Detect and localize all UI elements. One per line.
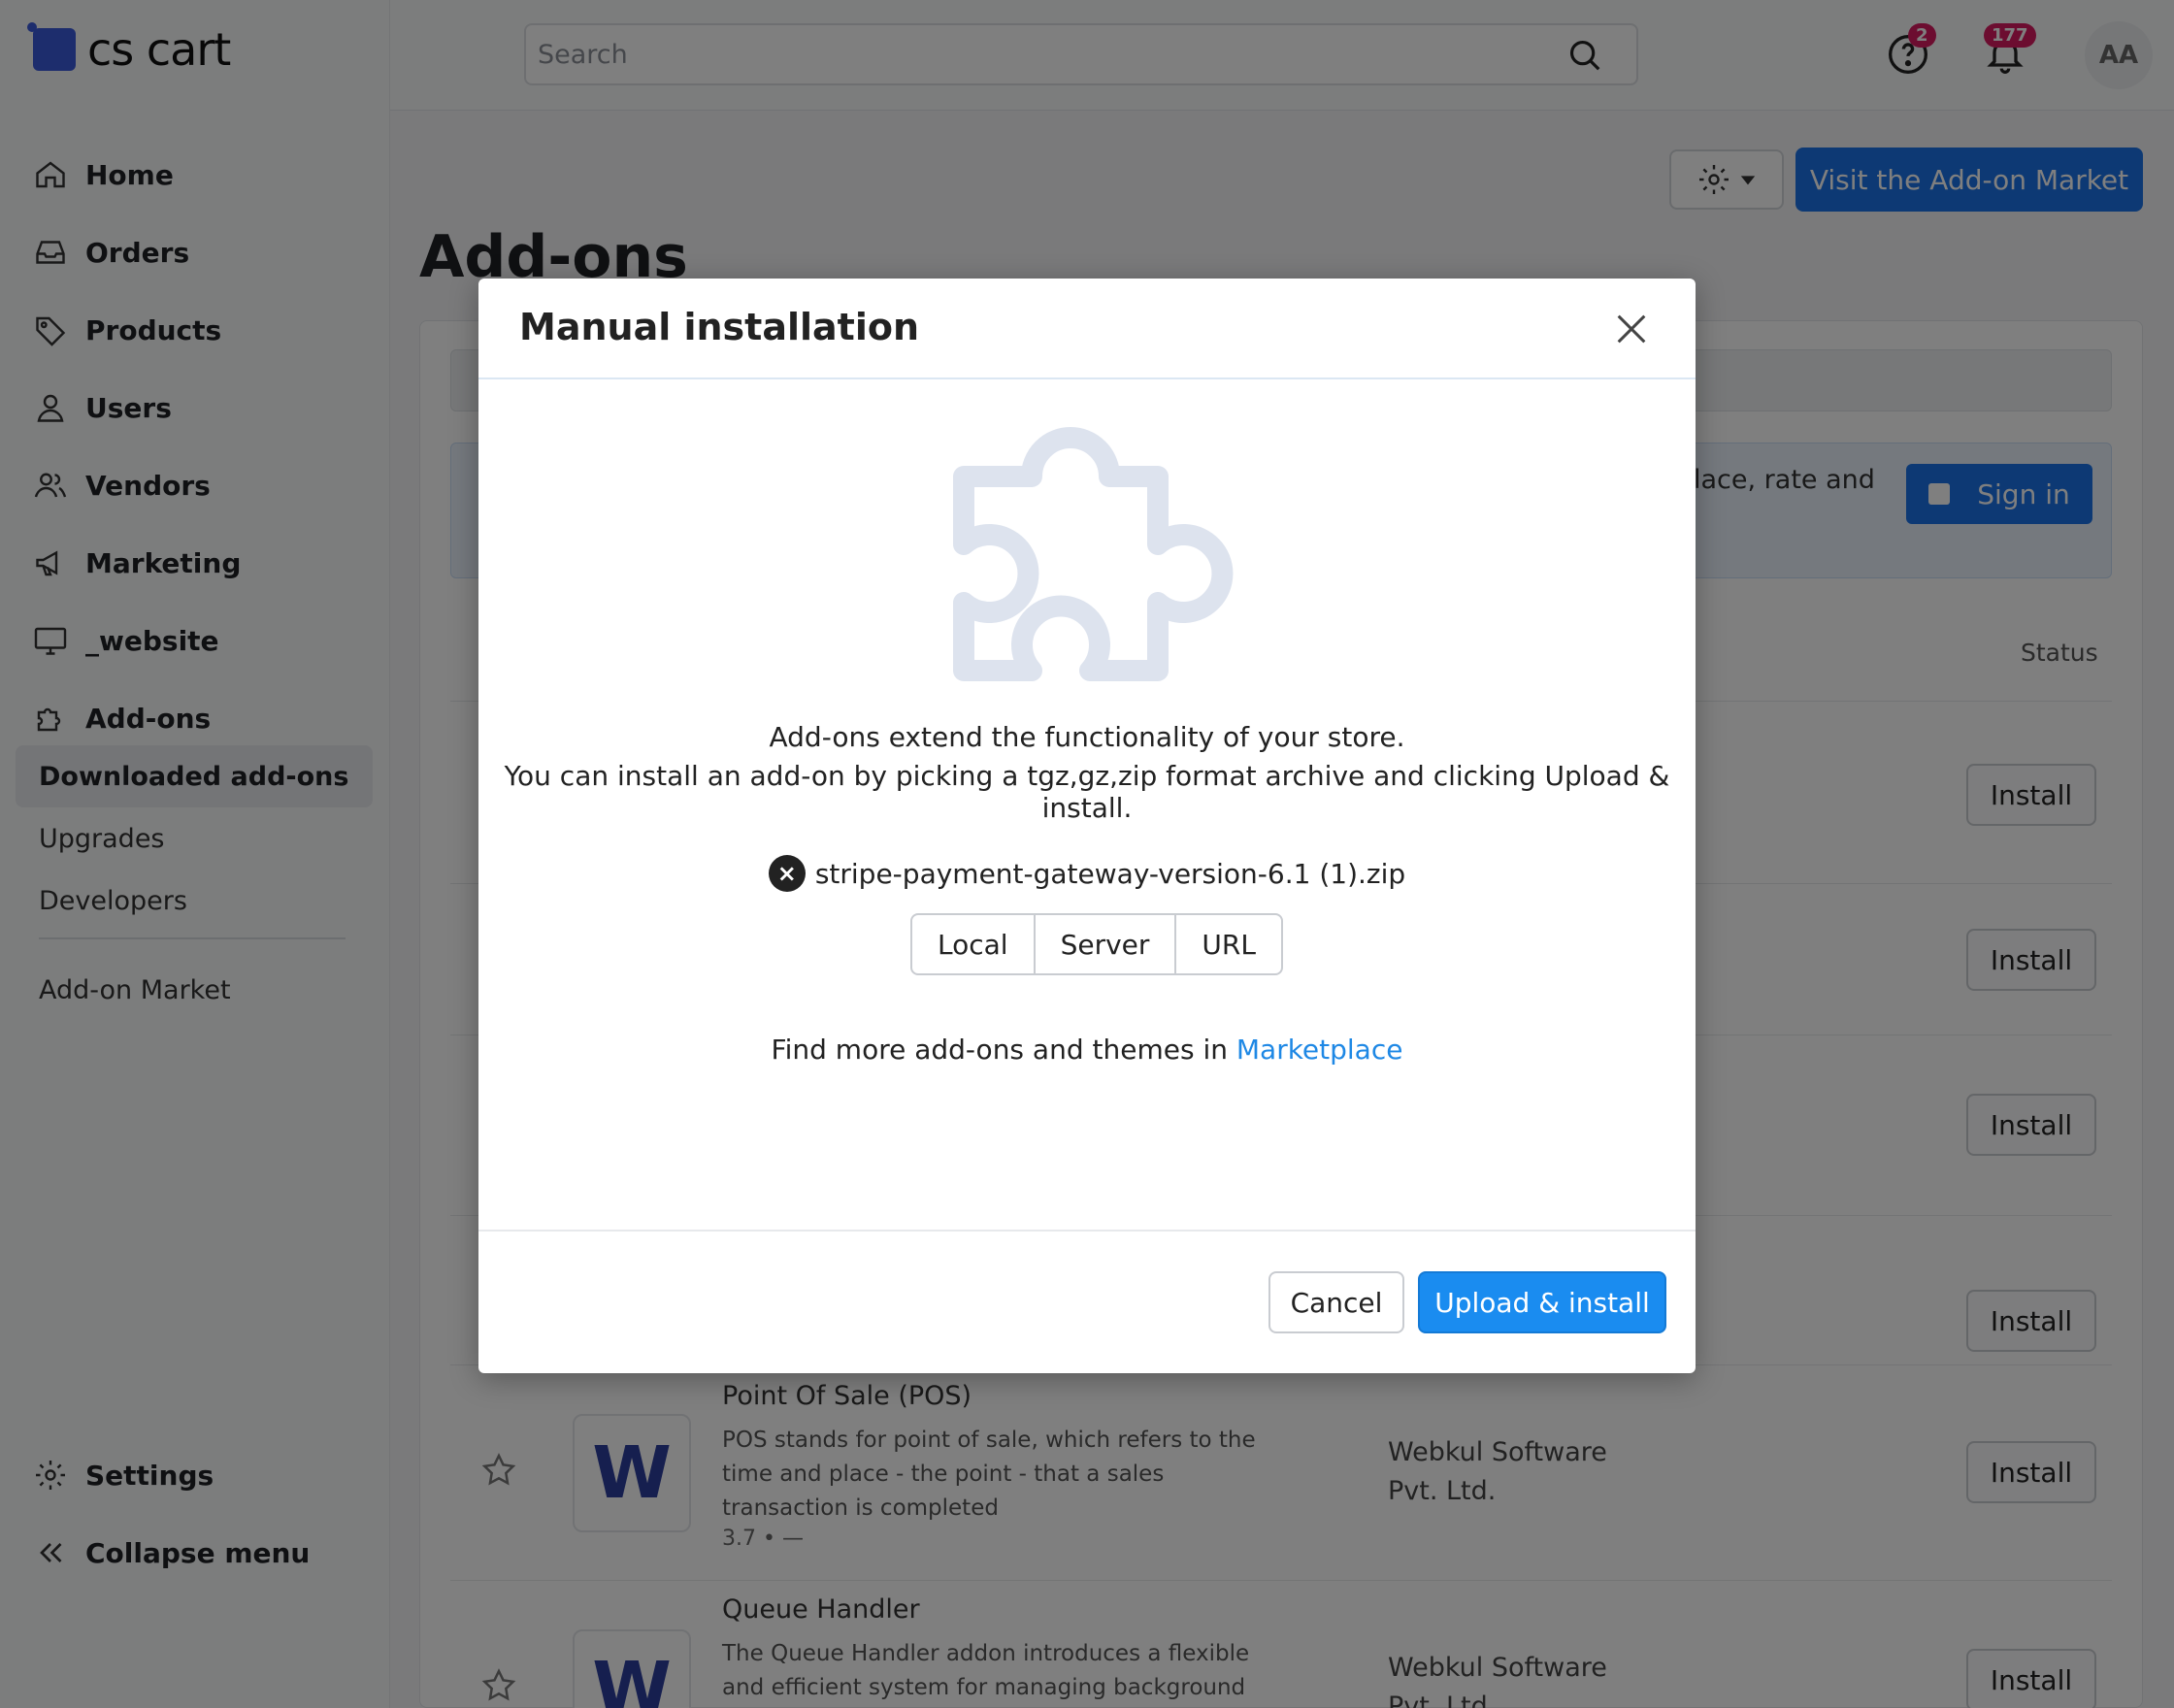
remove-file-icon[interactable]: × [768,855,806,892]
upload-source-selector: Local Server URL [910,913,1283,975]
source-url-button[interactable]: URL [1176,915,1281,973]
file-name: stripe-payment-gateway-version-6.1 (1).z… [814,857,1406,890]
source-local-button[interactable]: Local [912,915,1036,973]
marketplace-hint-text: Find more add-ons and themes in [771,1034,1228,1066]
dialog-description-2: You can install an add-on by picking a t… [504,760,1670,824]
close-icon[interactable] [1612,310,1651,348]
upload-install-button[interactable]: Upload & install [1418,1271,1666,1333]
dialog-header: Manual installation [478,279,1696,379]
source-server-button[interactable]: Server [1036,915,1177,973]
selected-file: × stripe-payment-gateway-version-6.1 (1)… [478,855,1696,892]
marketplace-hint: Find more add-ons and themes in Marketpl… [478,1034,1696,1066]
cancel-button[interactable]: Cancel [1268,1271,1404,1333]
manual-installation-dialog: Manual installation Add-ons extend the f… [478,279,1696,1373]
puzzle-icon [953,427,1234,681]
dialog-description-1: Add-ons extend the functionality of your… [769,721,1405,753]
dialog-title: Manual installation [519,306,920,348]
marketplace-link[interactable]: Marketplace [1236,1034,1403,1066]
